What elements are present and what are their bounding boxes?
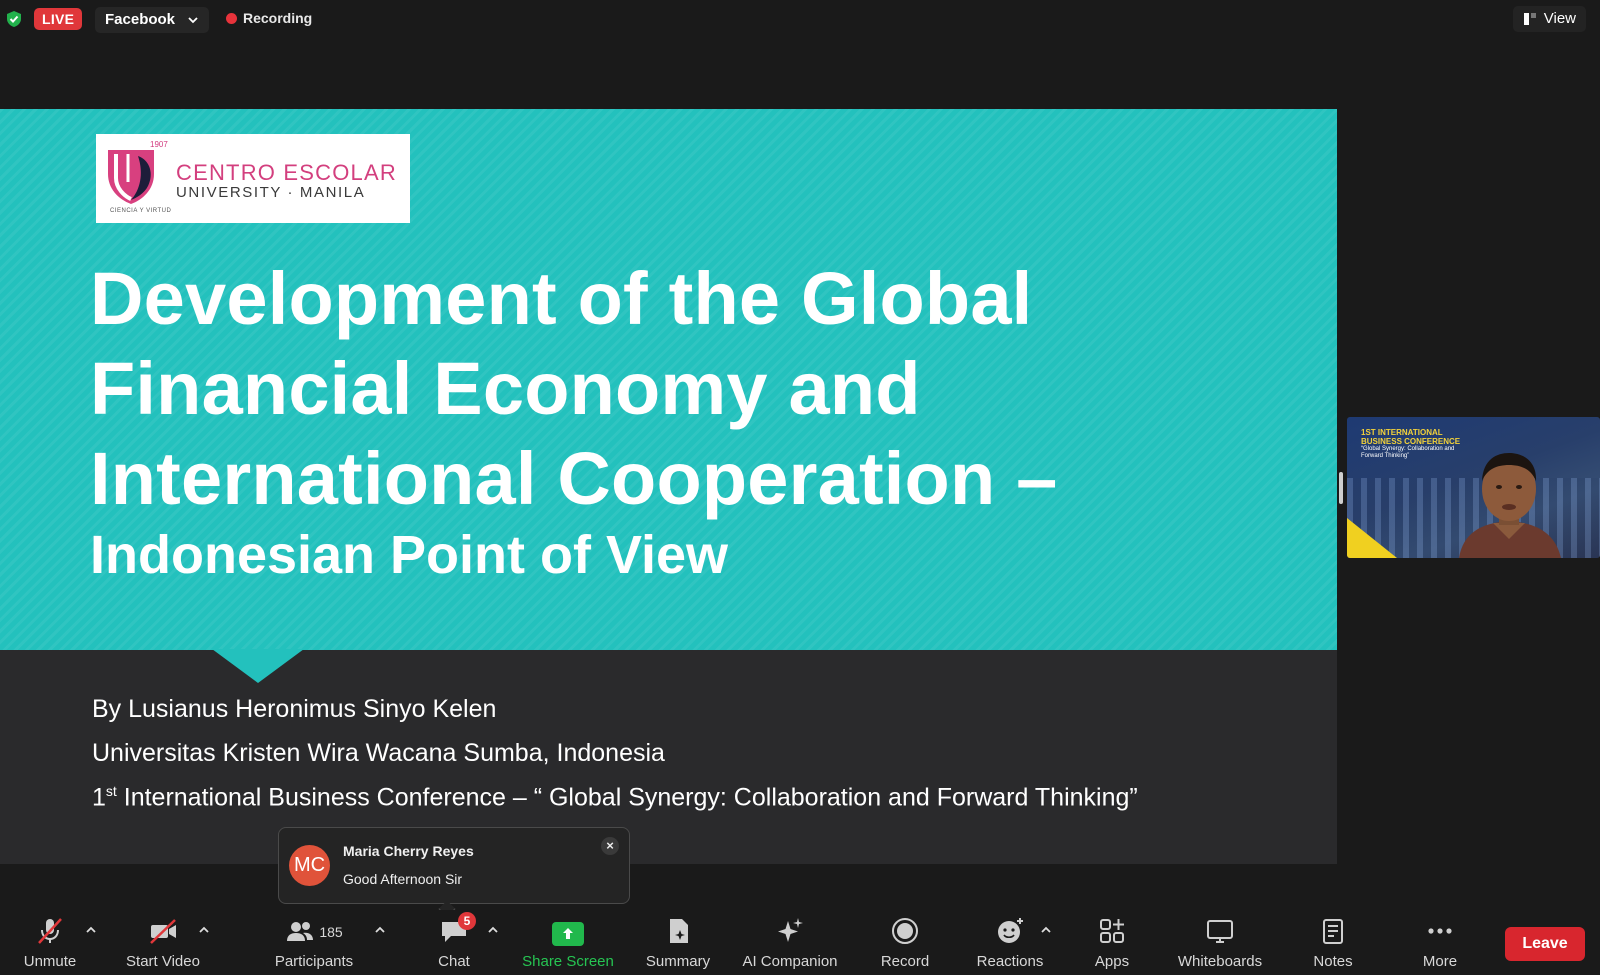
view-button[interactable]: View [1512,6,1586,32]
shield-check-icon[interactable] [5,10,23,28]
platform-label: Facebook [105,11,176,28]
apps-button[interactable]: Apps [1085,910,1139,975]
unmute-label: Unmute [23,953,77,970]
more-dots-icon [1428,928,1452,934]
record-label: Record [880,953,930,970]
meeting-toolbar: Unmute Start Video 185 Participants Chat… [0,910,1600,975]
participants-icon [287,922,314,941]
share-screen-icon [552,922,584,946]
thumbnail-banner-title: 1ST INTERNATIONAL BUSINESS CONFERENCE [1361,428,1460,446]
notes-icon [1323,919,1343,944]
video-camera-off-icon [150,919,176,944]
chevron-up-icon[interactable] [374,924,386,936]
reactions-label: Reactions [976,953,1044,970]
view-label: View [1543,10,1576,27]
thumbnail-banner-line1: 1ST INTERNATIONAL [1361,428,1443,437]
share-screen-button[interactable]: Share Screen [518,910,618,975]
speaker-video-thumbnail[interactable]: 1ST INTERNATIONAL BUSINESS CONFERENCE “G… [1347,417,1600,558]
close-icon[interactable]: × [601,837,619,855]
more-button[interactable]: More [1415,910,1465,975]
university-logo: 1907 CENTRO ESCOLAR UNIVERSITY · MANILA … [96,134,410,223]
summary-button[interactable]: Summary [640,910,716,975]
live-platform-dropdown[interactable]: Facebook [95,7,210,33]
whiteboards-button[interactable]: Whiteboards [1170,910,1270,975]
conference-ordinal: 1 [92,783,106,812]
top-bar: LIVE Facebook Recording View [0,0,1600,38]
participants-button[interactable]: 185 Participants [268,910,360,975]
slide-notch-decoration [212,649,304,683]
emoji-reaction-icon [998,918,1023,943]
chat-button[interactable]: Chat 5 [430,910,478,975]
panel-resize-handle[interactable] [1339,472,1343,504]
participants-count: 185 [319,924,343,940]
microphone-muted-icon [38,918,62,944]
conference-ordinal-suffix: st [105,783,117,799]
unmute-button[interactable]: Unmute [18,910,82,975]
share-screen-label: Share Screen [522,953,614,970]
chat-message-text: Good Afternoon Sir [343,871,463,887]
background-yellow-accent [1347,518,1397,558]
chevron-up-icon[interactable] [85,924,97,936]
thumbnail-banner-subtitle: “Global Synergy: Collaboration and Forwa… [1361,446,1455,459]
record-icon [892,918,918,944]
logo-motto: CIENCIA Y VIRTUD [110,208,172,214]
slide-title-line2: Financial Economy and [90,347,921,430]
chat-label: Chat [438,953,470,970]
participants-label: Participants [274,953,354,970]
slide-subtitle: Indonesian Point of View [90,525,729,585]
speaker-person-image [1459,453,1561,558]
chevron-up-icon[interactable] [1040,924,1052,936]
avatar: MC [289,845,330,886]
notes-label: Notes [1313,953,1353,970]
apps-label: Apps [1094,953,1130,970]
recording-indicator[interactable]: Recording [226,10,312,26]
slide-conference: 1st International Business Conference – … [92,783,1138,812]
logo-year: 1907 [150,140,168,149]
chevron-down-icon [188,17,198,24]
slide-title-line3: International Cooperation – [90,437,1058,520]
chat-sender-name: Maria Cherry Reyes [343,843,474,859]
chat-message-notification[interactable]: MC Maria Cherry Reyes Good Afternoon Sir… [278,827,630,918]
whiteboards-label: Whiteboards [1177,953,1263,970]
apps-grid-icon [1100,919,1124,943]
record-dot-icon [226,12,237,24]
whiteboard-icon [1207,920,1233,943]
ai-companion-button[interactable]: AI Companion [735,910,845,975]
slide-affiliation: Universitas Kristen Wira Wacana Sumba, I… [92,739,665,767]
chevron-up-icon[interactable] [198,924,210,936]
ai-sparkle-icon [778,918,803,942]
start-video-label: Start Video [126,953,200,970]
thumbnail-banner-line2: BUSINESS CONFERENCE [1361,437,1461,446]
leave-button[interactable]: Leave [1505,927,1585,961]
conference-title: International Business Conference – “ Gl… [116,783,1138,812]
record-button[interactable]: Record [875,910,935,975]
start-video-button[interactable]: Start Video [120,910,206,975]
reactions-button[interactable]: Reactions [970,910,1050,975]
logo-name-line2: UNIVERSITY · MANILA [176,184,366,201]
chevron-up-icon[interactable] [487,924,499,936]
shared-screen-slide: 1907 CENTRO ESCOLAR UNIVERSITY · MANILA … [0,109,1337,864]
university-crest-icon [108,150,154,204]
live-badge[interactable]: LIVE [34,8,83,30]
summary-document-icon [670,919,688,943]
summary-label: Summary [645,953,711,970]
slide-title-line1: Development of the Global [90,257,1033,340]
slide-title: Development of the Global Financial Econ… [90,254,1310,524]
ai-companion-label: AI Companion [742,953,838,970]
logo-name-line1: CENTRO ESCOLAR [176,160,397,185]
more-label: More [1422,953,1458,970]
notes-button[interactable]: Notes [1305,910,1361,975]
slide-author: By Lusianus Heronimus Sinyo Kelen [92,695,497,723]
recording-label: Recording [243,10,313,26]
slide-title-panel: 1907 CENTRO ESCOLAR UNIVERSITY · MANILA … [0,109,1337,650]
chat-unread-badge: 5 [458,912,476,930]
view-layout-icon [1523,13,1536,25]
